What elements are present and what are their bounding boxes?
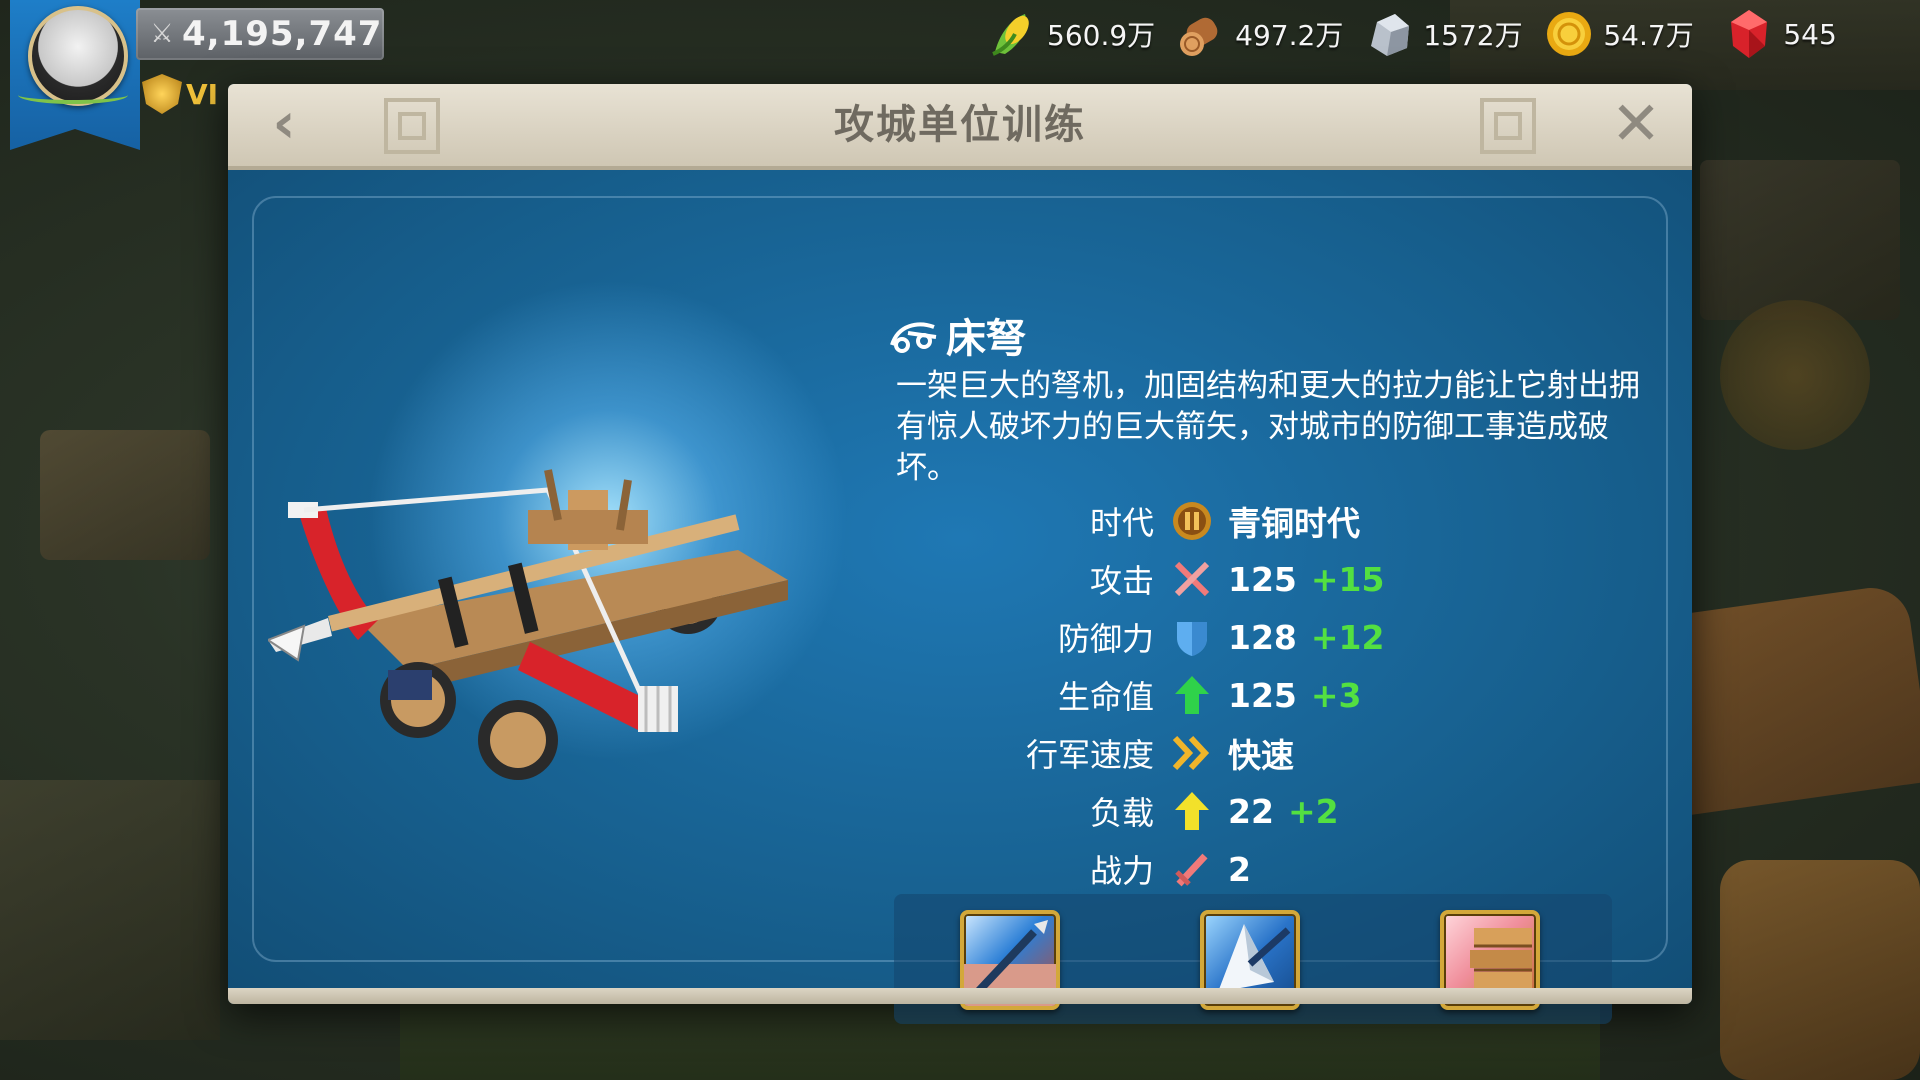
load-arrow-icon	[1170, 789, 1214, 833]
stat-row-power: 战力 2	[788, 840, 1488, 898]
stat-label: 攻击	[1089, 562, 1154, 600]
defense-shield-icon	[1170, 615, 1214, 659]
background-building	[40, 430, 210, 560]
stat-label: 负载	[1089, 794, 1154, 832]
unit-description: 一架巨大的弩机，加固结构和更大的拉力能让它射出拥有惊人破坏力的巨大箭矢，对城市的…	[896, 368, 1640, 486]
gem-icon	[1731, 10, 1768, 58]
background-tree	[1720, 300, 1870, 450]
power-value: 4,195,747	[182, 14, 383, 54]
unit-stats: 时代 青铜时代 攻击 125 +15 防御力 128 +12 生命值 125 +…	[788, 492, 1488, 898]
unit-name: 床弩	[946, 316, 1026, 362]
modal-footer	[228, 988, 1692, 1004]
stone-icon	[1371, 14, 1410, 56]
stat-row-attack: 攻击 125 +15	[788, 550, 1488, 608]
resource-gold[interactable]: 54.7万	[1541, 6, 1703, 62]
experience-ring	[18, 86, 128, 104]
background-building	[0, 780, 220, 1040]
resource-value: 1572万	[1423, 19, 1523, 52]
back-button[interactable]: ‹	[254, 96, 314, 156]
attack-swords-icon	[1170, 557, 1214, 601]
speed-chevrons-icon	[1170, 731, 1214, 775]
stat-row-load: 负载 22 +2	[788, 782, 1488, 840]
stat-label: 生命值	[1057, 678, 1154, 716]
stat-value: 2	[1228, 849, 1251, 889]
modal-title: 攻城单位训练	[834, 102, 1086, 148]
resource-wood[interactable]: 497.2万	[1173, 6, 1343, 62]
siege-training-modal: 攻城单位训练 ‹ ✕ 床弩 一架巨大的弩机，加固结构和更大的拉力能让它射出拥有惊…	[228, 84, 1692, 1024]
resource-food[interactable]: 560.9万	[985, 6, 1155, 62]
resource-value: 497.2万	[1235, 19, 1344, 52]
gold-coin-icon	[1547, 12, 1592, 56]
modal-body: 床弩 一架巨大的弩机，加固结构和更大的拉力能让它射出拥有惊人破坏力的巨大箭矢，对…	[228, 170, 1692, 1024]
stat-value: 125	[1228, 675, 1297, 715]
resource-gems[interactable]: 545	[1721, 6, 1883, 62]
stat-label: 行军速度	[1025, 736, 1154, 774]
stat-bonus: +15	[1310, 559, 1385, 599]
stat-value: 128	[1228, 617, 1297, 657]
vip-shield-icon	[142, 74, 182, 114]
power-sword-icon	[1170, 847, 1214, 891]
stat-value: 青铜时代	[1228, 504, 1360, 543]
vip-badge[interactable]: VI	[142, 72, 218, 116]
stat-label: 战力	[1089, 852, 1154, 890]
power-display[interactable]: ⚔ 4,195,747	[136, 8, 384, 60]
stat-label: 防御力	[1057, 620, 1154, 658]
stat-row-speed: 行军速度 快速	[788, 724, 1488, 782]
corn-icon	[992, 14, 1029, 56]
stat-value: 22	[1228, 791, 1274, 831]
stat-row-health: 生命值 125 +3	[788, 666, 1488, 724]
stat-bonus: +2	[1287, 791, 1339, 831]
sword-icon: ⚔	[150, 19, 174, 49]
close-button[interactable]: ✕	[1606, 94, 1666, 154]
health-arrow-icon	[1170, 673, 1214, 717]
resource-value: 545	[1783, 17, 1837, 51]
stat-row-defense: 防御力 128 +12	[788, 608, 1488, 666]
stat-bonus: +12	[1310, 617, 1385, 657]
stat-row-era: 时代 青铜时代	[788, 492, 1488, 550]
resource-value: 560.9万	[1047, 19, 1156, 52]
bronze-age-icon	[1170, 499, 1214, 543]
stat-value: 125	[1228, 559, 1297, 599]
background-building	[1700, 160, 1900, 320]
wood-icon	[1180, 17, 1218, 56]
stat-value: 快速	[1228, 736, 1294, 775]
resource-bar: 560.9万 497.2万 1572万 54.7万 545	[985, 6, 1901, 62]
stat-label: 时代	[1089, 504, 1154, 542]
resource-stone[interactable]: 1572万	[1361, 6, 1523, 62]
vip-label: VI	[186, 77, 219, 111]
resource-value: 54.7万	[1603, 19, 1694, 52]
ballista-image	[268, 469, 788, 780]
siege-unit-icon	[890, 322, 937, 353]
skills-panel	[894, 894, 1612, 1024]
game-screen: ⚔ 4,195,747 VI 560.9万 497.2万 1572万 54.7万…	[0, 0, 1920, 1080]
unit-name-row: 床弩	[888, 310, 1026, 362]
background-roof	[1720, 860, 1920, 1080]
stat-bonus: +3	[1310, 675, 1362, 715]
modal-header: 攻城单位训练 ‹ ✕	[228, 84, 1692, 170]
